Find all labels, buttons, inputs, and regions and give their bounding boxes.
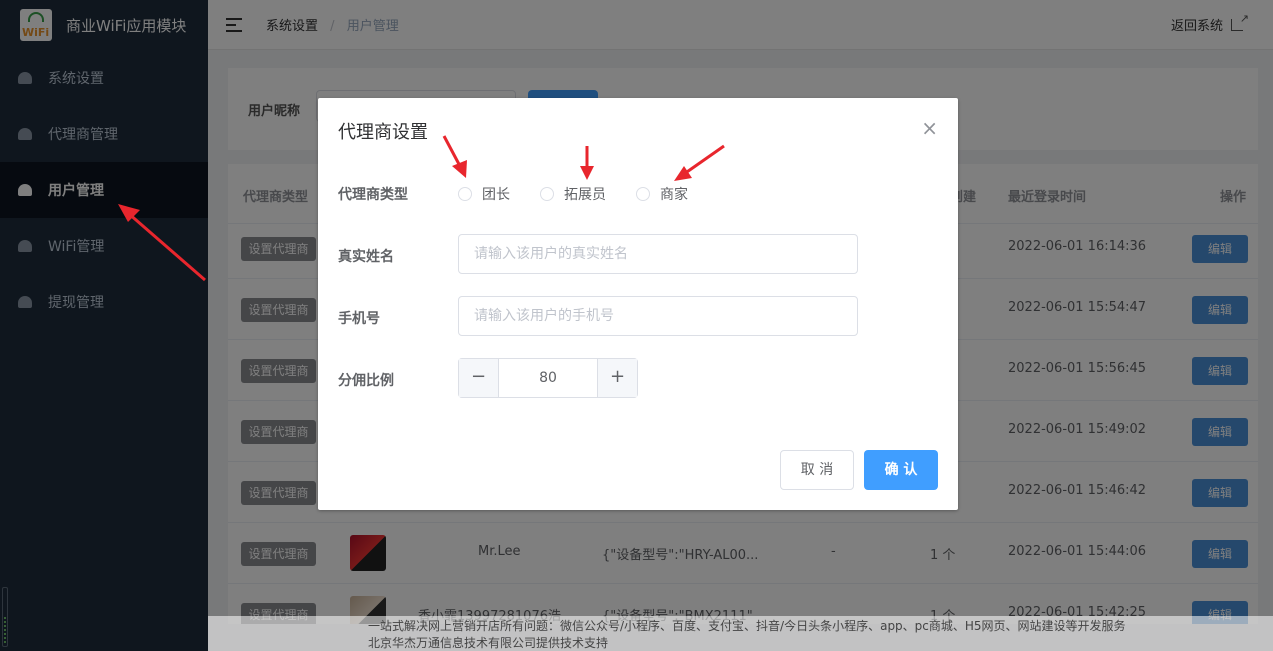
radio-circle[interactable] — [458, 187, 472, 201]
radio-merchant[interactable]: 商家 — [636, 184, 688, 204]
increment-button[interactable]: + — [597, 359, 637, 397]
footer-line: 北京华杰万通信息技术有限公司提供技术支持 — [368, 636, 609, 650]
phone-label: 手机号 — [338, 311, 380, 327]
radio-label: 商家 — [660, 187, 688, 203]
confirm-button[interactable]: 确 认 — [864, 450, 938, 490]
radio-circle[interactable] — [540, 187, 554, 201]
agent-type-label: 代理商类型 — [338, 187, 408, 203]
radio-circle[interactable] — [636, 187, 650, 201]
commission-value[interactable]: 80 — [499, 359, 597, 397]
commission-stepper: − 80 + — [458, 358, 638, 398]
radio-label: 团长 — [482, 187, 510, 203]
real-name-input[interactable] — [458, 234, 858, 274]
phone-input[interactable] — [458, 296, 858, 336]
decrement-button[interactable]: − — [459, 359, 499, 397]
footer-line: 一站式解决网上营销开店所有问题：微信公众号/小程序、百度、支付宝、抖音/今日头条… — [368, 619, 1126, 633]
footer: 一站式解决网上营销开店所有问题：微信公众号/小程序、百度、支付宝、抖音/今日头条… — [368, 618, 1126, 651]
agent-settings-dialog: 代理商设置 × 代理商类型 团长 拓展员 商家 真实姓名 手机号 分佣比例 − … — [318, 98, 958, 510]
radio-team-leader[interactable]: 团长 — [458, 184, 510, 204]
cancel-button[interactable]: 取 消 — [780, 450, 854, 490]
real-name-label: 真实姓名 — [338, 249, 394, 265]
radio-promoter[interactable]: 拓展员 — [540, 184, 606, 204]
commission-label: 分佣比例 — [338, 373, 394, 389]
dialog-title: 代理商设置 — [338, 122, 428, 143]
radio-label: 拓展员 — [564, 187, 606, 203]
close-icon[interactable]: × — [921, 116, 938, 140]
